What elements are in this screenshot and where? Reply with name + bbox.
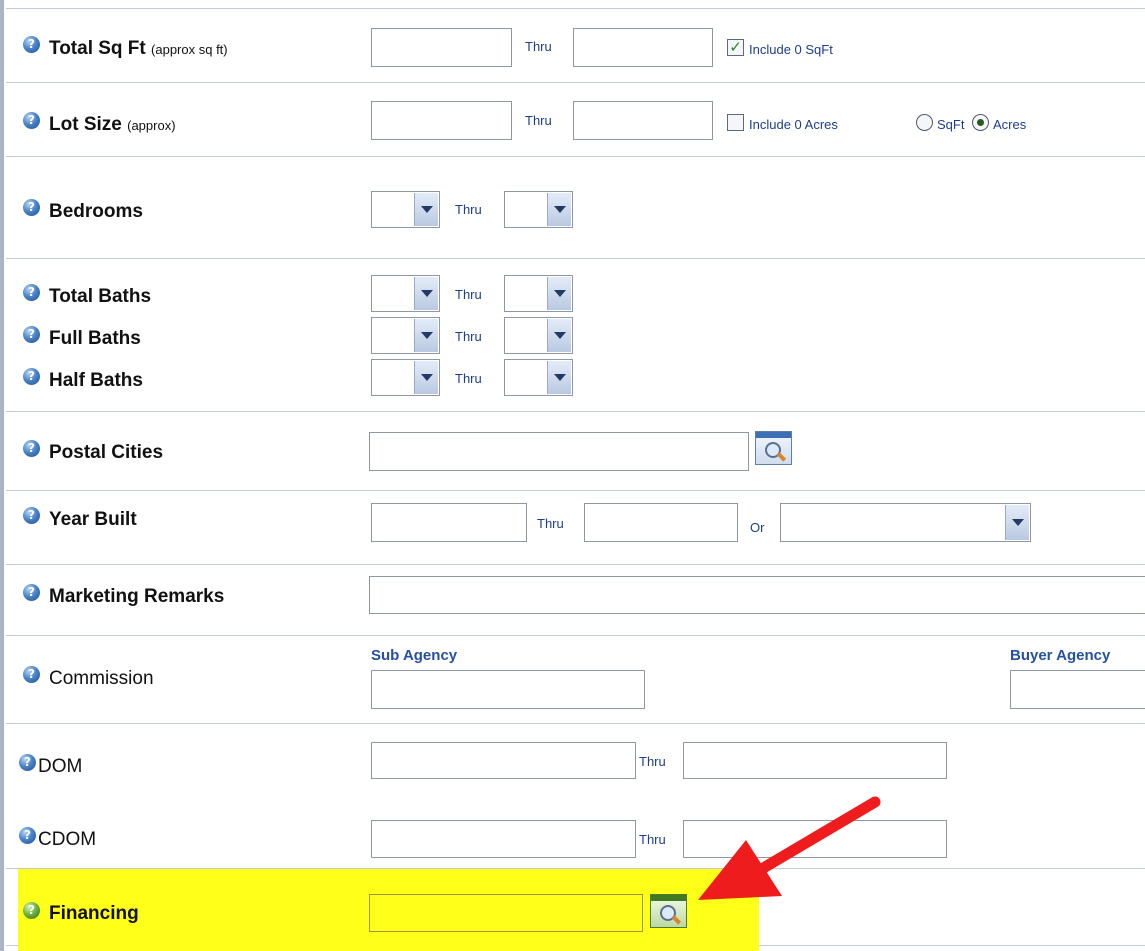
help-icon[interactable]: ? (23, 36, 40, 53)
year-built-max-input[interactable] (584, 503, 738, 542)
financing-label: Financing (49, 903, 139, 924)
help-icon[interactable]: ? (23, 326, 40, 343)
row-divider (6, 156, 1145, 157)
thru-label: Thru (525, 113, 552, 128)
chevron-down-icon (1005, 505, 1029, 540)
buyer-agency-input[interactable] (1010, 670, 1145, 709)
row-divider (6, 258, 1145, 259)
row-divider (6, 723, 1145, 724)
acres-radio[interactable] (972, 114, 989, 131)
row-divider (6, 635, 1145, 636)
chevron-down-icon (547, 277, 571, 310)
magnifier-lookup-icon[interactable] (755, 431, 792, 465)
half-baths-min-select[interactable] (371, 359, 440, 396)
total-sqft-label: Total Sq Ft (approx sq ft) (49, 38, 228, 59)
lot-size-max-input[interactable] (573, 101, 713, 140)
financing-input[interactable] (369, 894, 643, 932)
help-icon[interactable]: ? (23, 284, 40, 301)
help-icon[interactable]: ? (23, 507, 40, 524)
half-baths-label: Half Baths (49, 370, 143, 391)
year-built-range-select[interactable] (780, 503, 1031, 542)
thru-label: Thru (639, 754, 666, 769)
sub-agency-input[interactable] (371, 670, 645, 709)
cdom-label: CDOM (38, 829, 97, 850)
help-icon[interactable]: ? (23, 902, 40, 919)
chevron-down-icon (547, 361, 571, 394)
lot-size-label: Lot Size (approx) (49, 114, 176, 135)
or-label: Or (750, 520, 765, 535)
thru-label: Thru (455, 287, 482, 302)
cdom-min-input[interactable] (371, 820, 636, 858)
full-baths-label: Full Baths (49, 328, 141, 349)
thru-label: Thru (455, 329, 482, 344)
acres-radio-label: Acres (993, 117, 1027, 132)
chevron-down-icon (547, 319, 571, 352)
thru-label: Thru (525, 39, 552, 54)
thru-label: Thru (639, 832, 666, 847)
help-icon[interactable]: ? (23, 199, 40, 216)
row-divider (6, 564, 1145, 565)
full-baths-min-select[interactable] (371, 317, 440, 354)
dom-max-input[interactable] (683, 742, 947, 779)
marketing-remarks-input[interactable] (369, 576, 1145, 614)
help-icon[interactable]: ? (23, 368, 40, 385)
year-built-min-input[interactable] (371, 503, 527, 542)
dom-label: DOM (38, 756, 83, 777)
buyer-agency-label: Buyer Agency (1010, 647, 1111, 664)
chevron-down-icon (547, 193, 571, 226)
include-0-sqft-label: Include 0 SqFt (749, 42, 833, 57)
thru-label: Thru (455, 371, 482, 386)
chevron-down-icon (414, 277, 438, 310)
row-divider (6, 411, 1145, 412)
help-icon[interactable]: ? (19, 754, 36, 771)
thru-label: Thru (455, 202, 482, 217)
lot-size-min-input[interactable] (371, 101, 512, 140)
total-sqft-max-input[interactable] (573, 28, 713, 67)
bedrooms-label: Bedrooms (49, 201, 143, 222)
commission-label: Commission (49, 668, 154, 689)
thru-label: Thru (537, 516, 564, 531)
magnifier-lookup-icon[interactable] (650, 894, 687, 928)
include-0-acres-checkbox[interactable] (727, 114, 744, 131)
help-icon[interactable]: ? (23, 666, 40, 683)
left-rail (0, 0, 4, 951)
full-baths-max-select[interactable] (504, 317, 573, 354)
sub-agency-label: Sub Agency (371, 647, 458, 664)
include-0-sqft-checkbox[interactable]: ✓ (727, 39, 744, 56)
help-icon[interactable]: ? (19, 827, 36, 844)
help-icon[interactable]: ? (23, 112, 40, 129)
chevron-down-icon (414, 361, 438, 394)
total-baths-max-select[interactable] (504, 275, 573, 312)
chevron-down-icon (414, 193, 438, 226)
sqft-radio-label: SqFt (937, 117, 965, 132)
postal-cities-input[interactable] (369, 432, 749, 471)
half-baths-max-select[interactable] (504, 359, 573, 396)
bedrooms-max-select[interactable] (504, 191, 573, 228)
dom-min-input[interactable] (371, 742, 636, 779)
sqft-radio[interactable] (916, 114, 933, 131)
bedrooms-min-select[interactable] (371, 191, 440, 228)
total-baths-min-select[interactable] (371, 275, 440, 312)
total-sqft-min-input[interactable] (371, 28, 512, 67)
help-icon[interactable]: ? (23, 440, 40, 457)
annotation-arrow-icon (698, 796, 881, 900)
include-0-acres-label: Include 0 Acres (749, 117, 838, 132)
year-built-label: Year Built (49, 509, 137, 530)
postal-cities-label: Postal Cities (49, 442, 164, 463)
row-divider (6, 8, 1145, 9)
total-baths-label: Total Baths (49, 286, 152, 307)
marketing-remarks-label: Marketing Remarks (49, 586, 225, 607)
row-divider (6, 490, 1145, 491)
chevron-down-icon (414, 319, 438, 352)
row-divider (6, 82, 1145, 83)
help-icon[interactable]: ? (23, 584, 40, 601)
